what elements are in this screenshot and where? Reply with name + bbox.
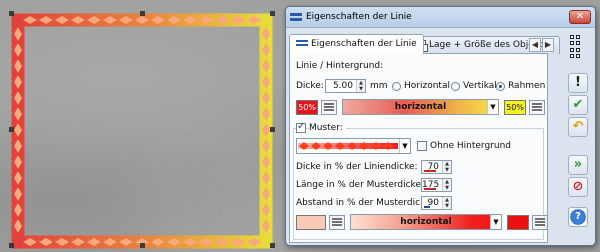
line-section-heading: Linie / Hintergrund: — [296, 61, 384, 71]
undo-button[interactable]: ↶ — [568, 117, 588, 137]
line-color-left[interactable]: 50% — [296, 100, 318, 115]
pattern-spacing-stepper[interactable]: ▲ ▼ — [442, 197, 451, 209]
apply-icon: ✔ — [572, 97, 584, 112]
thickness-input[interactable]: 5.00 ▲ ▼ — [325, 79, 366, 93]
radio-frame-label: Rahmen — [508, 81, 546, 91]
pattern-thickness-label: Dicke in % der Liniendicke: — [296, 162, 418, 172]
palette-left-button[interactable] — [321, 100, 337, 115]
line-properties-panel: Linie / Hintergrund: Dicke: 5.00 ▲ ▼ mm H… — [289, 53, 548, 243]
selection-handle[interactable] — [270, 11, 275, 16]
pattern-checkbox-label: Muster: — [309, 123, 346, 133]
pattern-color-left[interactable] — [296, 215, 326, 230]
tab-label: Eigenschaften der Linie — [311, 39, 417, 49]
tab-strip: Eigenschaften der Linie Lage + Größe des… — [289, 34, 589, 54]
pattern-spacing-input[interactable]: 90 ▲ ▼ — [421, 196, 452, 210]
thickness-unit: mm — [370, 81, 388, 91]
thickness-value: 5.00 — [332, 81, 353, 91]
grid-icon[interactable] — [570, 48, 581, 59]
apply-button[interactable]: ✔ — [568, 95, 588, 115]
selection-handle[interactable] — [270, 127, 275, 132]
grid-icon[interactable] — [570, 35, 581, 46]
title-bar[interactable]: Eigenschaften der Linie ✕ — [286, 7, 595, 28]
line-color-right[interactable]: 50% — [504, 100, 526, 115]
pattern-color-right[interactable] — [507, 215, 529, 230]
pattern-combo[interactable]: ▼ — [296, 138, 411, 154]
tab-scroll-right[interactable]: ▶ — [542, 38, 554, 52]
radio-vertical[interactable] — [451, 82, 460, 91]
radio-vertical-label: Vertikal — [463, 81, 497, 91]
alert-button[interactable]: ! — [568, 73, 588, 93]
selection-handle[interactable] — [9, 243, 14, 248]
pattern-checkbox[interactable] — [296, 121, 306, 133]
frame-pattern — [14, 16, 270, 246]
thickness-label: Dicke: — [296, 81, 324, 91]
lines-icon — [296, 40, 308, 47]
pattern-length-stepper[interactable]: ▲ ▼ — [442, 179, 451, 191]
no-background-label: Ohne Hintergrund — [430, 141, 512, 151]
selection-handle[interactable] — [270, 243, 275, 248]
window-title: Eigenschaften der Linie — [306, 12, 412, 22]
undo-icon: ↶ — [572, 119, 584, 134]
value-indicator — [424, 188, 436, 190]
line-frame-preview[interactable] — [0, 0, 285, 252]
radio-horizontal[interactable] — [392, 82, 401, 91]
chevron-down-icon[interactable]: ▼ — [399, 139, 410, 153]
pattern-length-label: Länge in % der Musterdicke: — [296, 180, 425, 190]
help-icon: ? — [575, 211, 581, 222]
pattern-preview — [298, 142, 398, 150]
radio-horizontal-label: Horizontal — [404, 81, 450, 91]
frame-band — [11, 13, 273, 249]
radio-frame[interactable] — [496, 82, 505, 91]
help-button[interactable]: ? — [568, 207, 588, 227]
pattern-spacing-label: Abstand in % der Musterdicke: — [296, 198, 434, 208]
cancel-button[interactable]: ⊘ — [568, 177, 588, 197]
window-icon — [290, 13, 302, 21]
cancel-icon: ⊘ — [572, 179, 584, 194]
chevron-down-icon[interactable]: ▼ — [487, 100, 498, 114]
selection-handle[interactable] — [9, 127, 14, 132]
close-button[interactable]: ✕ — [569, 10, 591, 24]
pattern-gradient-label: horizontal — [400, 217, 452, 227]
pattern-gradient-combo[interactable]: horizontal ▼ — [350, 214, 502, 230]
line-gradient-label: horizontal — [394, 102, 447, 112]
alert-icon: ! — [575, 75, 581, 90]
side-toolbar: ! ✔ ↶ » ⊘? — [554, 33, 592, 243]
value-indicator — [424, 206, 430, 208]
selection-handle[interactable] — [9, 11, 14, 16]
pattern-length-input[interactable]: 175 ▲ ▼ — [421, 178, 452, 192]
tab-line-properties[interactable]: Eigenschaften der Linie — [289, 34, 424, 54]
selection-handle[interactable] — [140, 243, 145, 248]
palette-right-button[interactable] — [529, 100, 545, 115]
pattern-thickness-input[interactable]: 70 ▲ ▼ — [421, 160, 452, 174]
selection-handle[interactable] — [140, 11, 145, 16]
pattern-thickness-stepper[interactable]: ▲ ▼ — [442, 161, 451, 173]
apply-all-icon: » — [573, 157, 583, 172]
pattern-palette-left-button[interactable] — [329, 215, 345, 230]
no-background-checkbox[interactable] — [417, 141, 427, 151]
line-gradient-combo[interactable]: horizontal ▼ — [342, 99, 499, 115]
line-properties-dialog: Eigenschaften der Linie ✕ Eigenschaften … — [285, 6, 596, 246]
apply-all-button[interactable]: » — [568, 155, 588, 175]
pattern-palette-right-button[interactable] — [532, 215, 548, 230]
thickness-stepper[interactable]: ▲ ▼ — [356, 80, 365, 92]
tab-scroll-left[interactable]: ◀ — [529, 38, 541, 52]
value-indicator — [424, 170, 436, 172]
chevron-down-icon[interactable]: ▼ — [490, 215, 501, 229]
